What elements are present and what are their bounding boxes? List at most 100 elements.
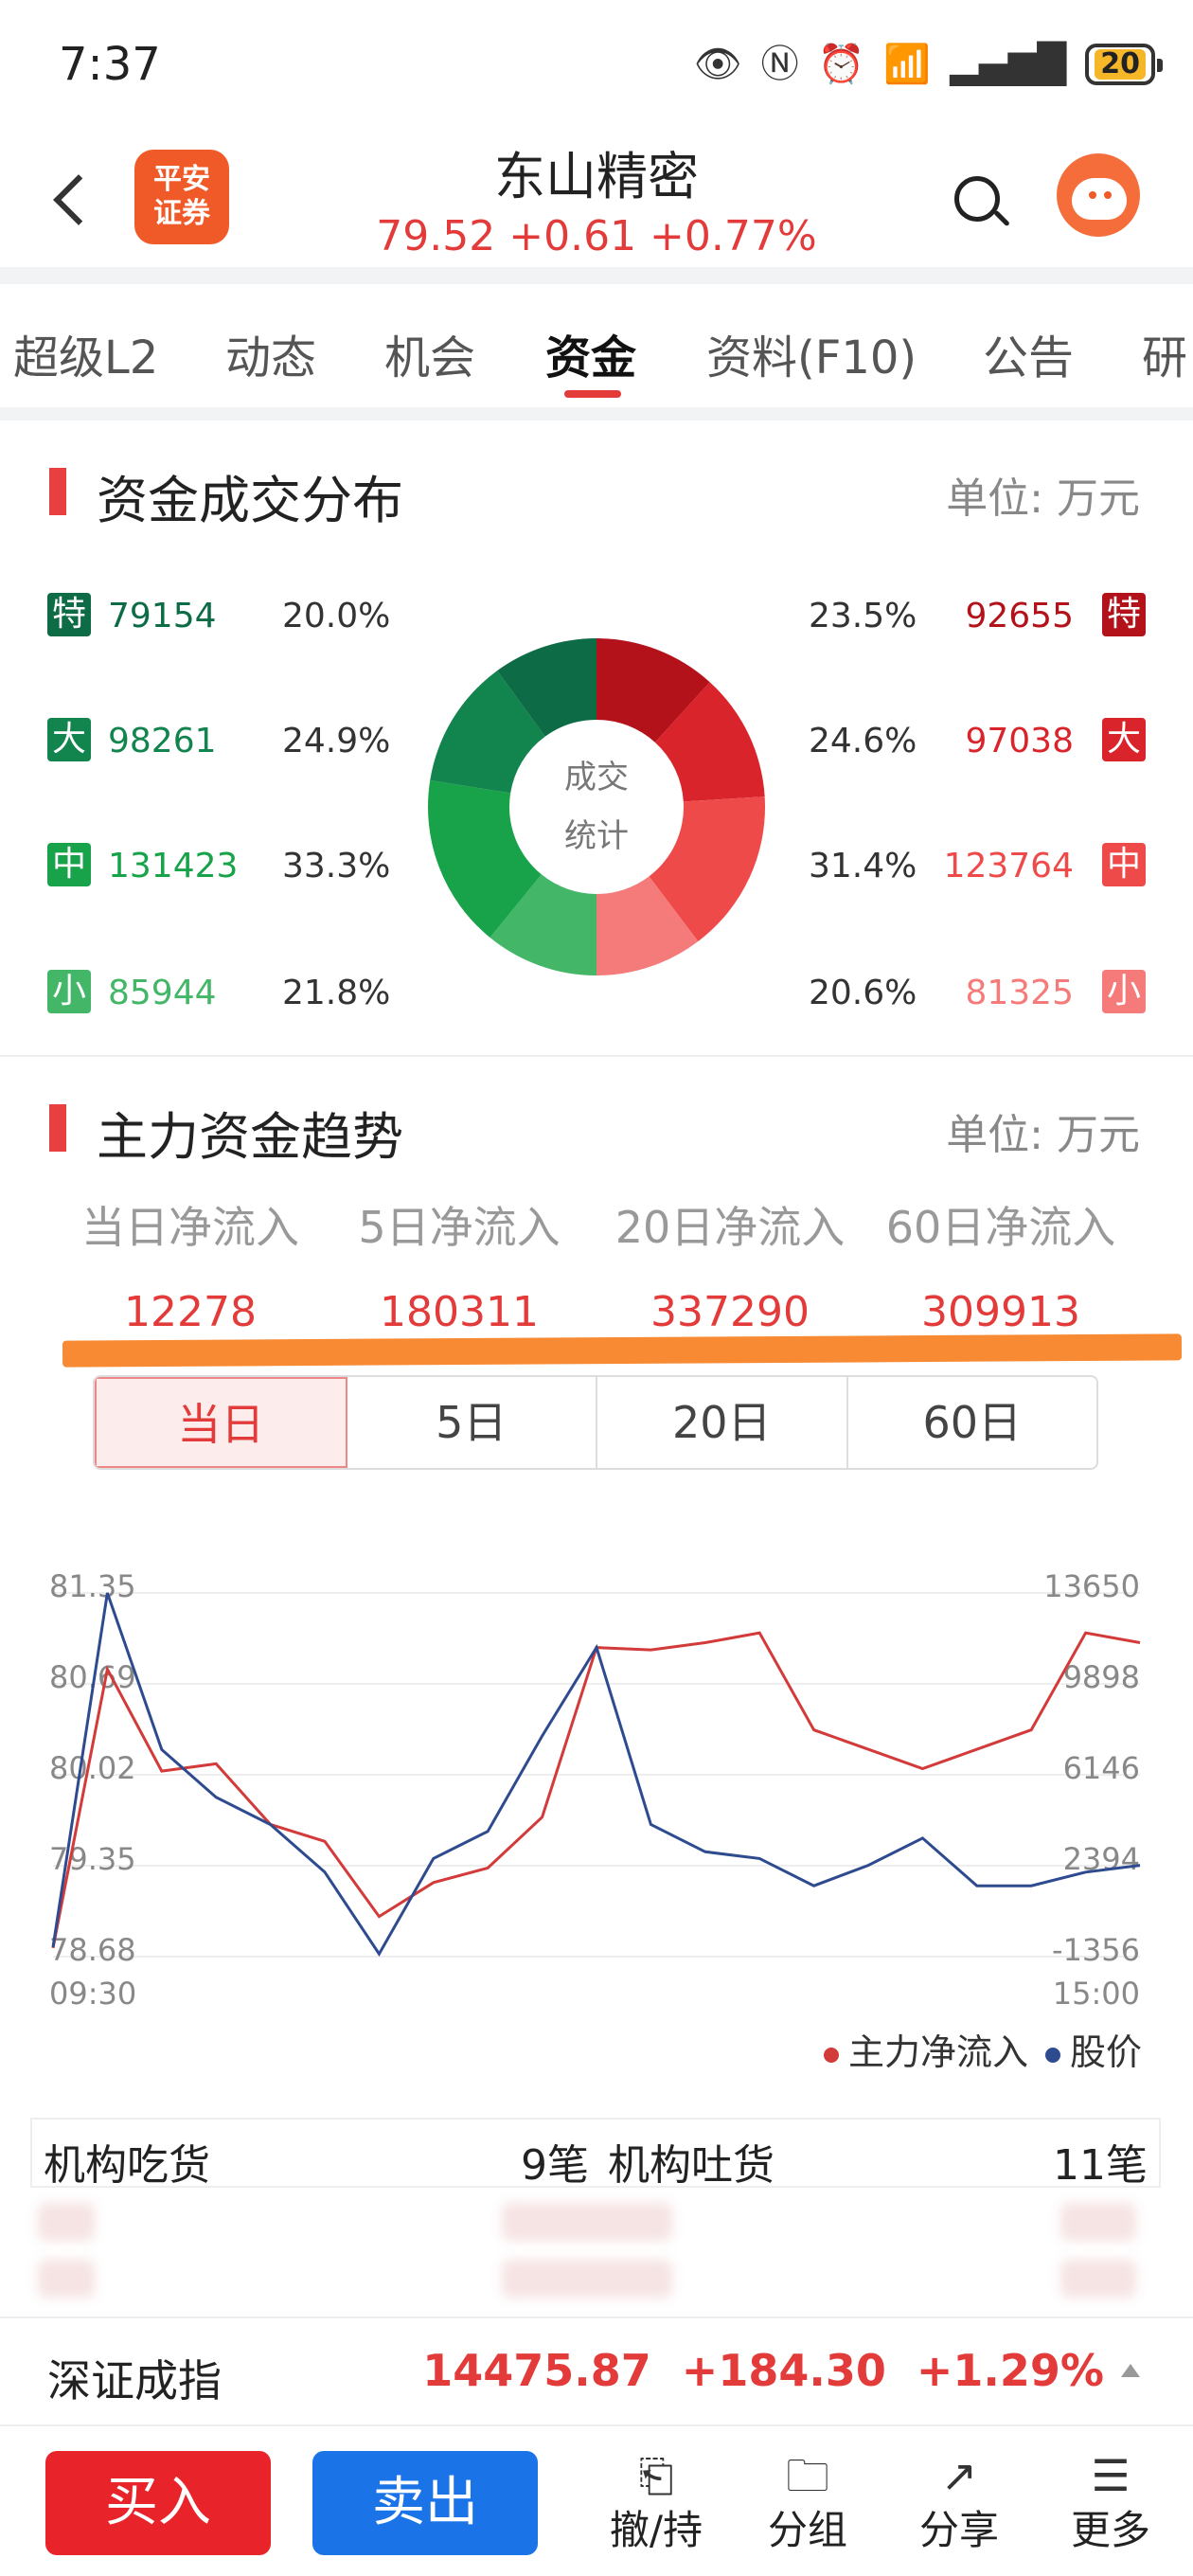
distribution-row: 特 79154 20.0% 23.5% 92655 特 xyxy=(0,593,1193,640)
left-tag: 中 xyxy=(47,843,91,886)
right-tick-label: 6146 xyxy=(1063,1750,1140,1786)
index-change: +184.30 xyxy=(681,2345,886,2396)
signal-icon: ▂▄▆█ xyxy=(950,43,1067,86)
right-value: 92655 xyxy=(965,597,1074,635)
inst-buy-label: 机构吃货 xyxy=(44,2141,210,2190)
group-button[interactable]: 🗀 分组 xyxy=(746,2449,869,2555)
search-icon[interactable] xyxy=(951,172,1010,231)
index-pct: +1.29% xyxy=(916,2345,1104,2396)
withdraw-button[interactable]: ⎗ 撤/持 xyxy=(595,2449,718,2555)
right-value: 81325 xyxy=(965,974,1074,1012)
tab-underline xyxy=(564,390,621,398)
withdraw-icon: ⎗ xyxy=(638,2450,674,2501)
stock-name: 东山精密 xyxy=(494,147,699,206)
expand-up-icon[interactable] xyxy=(1121,2364,1140,2377)
left-value: 85944 xyxy=(108,974,217,1012)
eye-icon: 👁 xyxy=(693,43,742,86)
trend-chart: 81.35 1365080.69 989880.02 614679.35 239478.… xyxy=(49,1568,1141,2012)
x-end-label: 15:00 xyxy=(1053,1976,1140,2012)
tab-f10[interactable]: 资料(F10) xyxy=(706,320,917,386)
flow-label-20d: 20日净流入 xyxy=(614,1202,846,1253)
sell-button[interactable]: 卖出 xyxy=(312,2451,538,2555)
alarm-icon: ⏰ xyxy=(817,43,865,86)
right-pct: 31.4% xyxy=(809,847,917,886)
right-value: 123764 xyxy=(943,847,1074,886)
right-tag: 中 xyxy=(1102,843,1146,886)
tab-opportunity[interactable]: 机会 xyxy=(384,320,475,386)
battery-level: 20 xyxy=(1095,49,1146,80)
index-values: 14475.87 +184.30 +1.29% xyxy=(422,2345,1140,2396)
right-tick-label: 2394 xyxy=(1063,1841,1140,1877)
share-icon: ↗ xyxy=(940,2450,978,2501)
divider xyxy=(0,407,1193,420)
blurred-content xyxy=(502,2260,672,2298)
period-5d-button[interactable]: 5日 xyxy=(347,1377,597,1468)
left-pct: 21.8% xyxy=(282,974,391,1012)
period-today-button[interactable]: 当日 xyxy=(95,1377,347,1468)
left-tick-label: 79.35 xyxy=(49,1841,136,1877)
more-button[interactable]: ☰ 更多 xyxy=(1049,2449,1172,2555)
flow-label-today: 当日净流入 xyxy=(81,1202,299,1253)
status-icons: 👁 Ⓝ ⏰ 📶 ▂▄▆█ 20 xyxy=(693,42,1163,87)
left-tag: 小 xyxy=(47,970,91,1013)
left-pct: 20.0% xyxy=(282,597,391,635)
divider xyxy=(0,267,1193,284)
flow-label-5d: 5日净流入 xyxy=(358,1202,561,1253)
share-button[interactable]: ↗ 分享 xyxy=(898,2449,1021,2555)
flow-value-20d: 337290 xyxy=(650,1288,810,1336)
left-tick-label: 80.02 xyxy=(49,1750,136,1786)
right-tick-label: -1356 xyxy=(1052,1932,1140,1968)
index-value: 14475.87 xyxy=(422,2345,651,2396)
right-tag: 小 xyxy=(1102,970,1146,1013)
flow-value-5d: 180311 xyxy=(380,1288,539,1336)
right-pct: 20.6% xyxy=(809,974,917,1012)
flow-value-60d: 309913 xyxy=(921,1288,1080,1336)
index-ticker[interactable]: 深证成指 14475.87 +184.30 +1.29% xyxy=(0,2317,1193,2423)
bottom-action-bar: 买入 卖出 ⎗ 撤/持 🗀 分组 ↗ 分享 ☰ 更多 xyxy=(0,2424,1193,2576)
left-tick-label: 78.68 xyxy=(49,1932,136,1968)
tab-bar: 超级L2 动态 机会 资金 资料(F10) 公告 研 xyxy=(0,303,1193,407)
legend-price: 股价 xyxy=(1044,2023,1142,2075)
left-tag: 特 xyxy=(47,593,91,636)
status-bar: 7:37 👁 Ⓝ ⏰ 📶 ▂▄▆█ 20 xyxy=(0,0,1193,123)
right-value: 97038 xyxy=(965,722,1074,760)
period-20d-button[interactable]: 20日 xyxy=(597,1377,848,1468)
tab-dynamic[interactable]: 动态 xyxy=(225,320,316,386)
right-pct: 24.6% xyxy=(809,722,917,760)
avatar[interactable] xyxy=(1057,153,1140,237)
right-tag: 特 xyxy=(1102,593,1146,636)
flow-labels: 当日净流入 5日净流入 20日净流入 60日净流入 xyxy=(0,1193,1193,1260)
tab-announcement[interactable]: 公告 xyxy=(983,320,1074,386)
trend-unit: 单位: 万元 xyxy=(946,1111,1140,1159)
left-value: 98261 xyxy=(108,722,217,760)
tab-funds[interactable]: 资金 xyxy=(545,320,636,386)
stock-header: 平安 证券 东山精密 79.52 +0.61 +0.77% xyxy=(0,123,1193,265)
blurred-content xyxy=(38,2260,95,2298)
flow-label-60d: 60日净流入 xyxy=(885,1202,1116,1253)
flow-value-today: 12278 xyxy=(124,1288,257,1336)
distribution-unit: 单位: 万元 xyxy=(946,474,1140,523)
status-time: 7:37 xyxy=(59,38,161,91)
blurred-content xyxy=(1060,2260,1136,2298)
wifi-icon: 📶 xyxy=(883,43,932,86)
left-tick-label: 81.35 xyxy=(49,1568,136,1604)
blurred-content xyxy=(1060,2203,1136,2241)
right-tick-label: 13650 xyxy=(1043,1568,1140,1604)
battery-icon: 20 xyxy=(1085,44,1163,85)
nfc-icon: Ⓝ xyxy=(760,43,799,86)
tab-research[interactable]: 研 xyxy=(1142,320,1187,386)
period-60d-button[interactable]: 60日 xyxy=(848,1377,1097,1468)
donut-center-label: 成交 统计 xyxy=(564,759,629,855)
buy-button[interactable]: 买入 xyxy=(45,2451,271,2555)
right-tick-label: 9898 xyxy=(1063,1659,1140,1695)
blurred-content xyxy=(502,2203,672,2241)
institution-row[interactable]: 机构吃货 9笔 机构吐货 11笔 xyxy=(30,2118,1161,2190)
divider xyxy=(0,1055,1193,1057)
tab-l2[interactable]: 超级L2 xyxy=(13,320,158,386)
left-value: 131423 xyxy=(108,847,239,886)
inst-sell-label: 机构吐货 xyxy=(608,2141,775,2190)
right-tag: 大 xyxy=(1102,718,1146,761)
left-tag: 大 xyxy=(47,718,91,761)
folder-icon: 🗀 xyxy=(786,2450,829,2501)
highlight-line xyxy=(62,1333,1183,1368)
